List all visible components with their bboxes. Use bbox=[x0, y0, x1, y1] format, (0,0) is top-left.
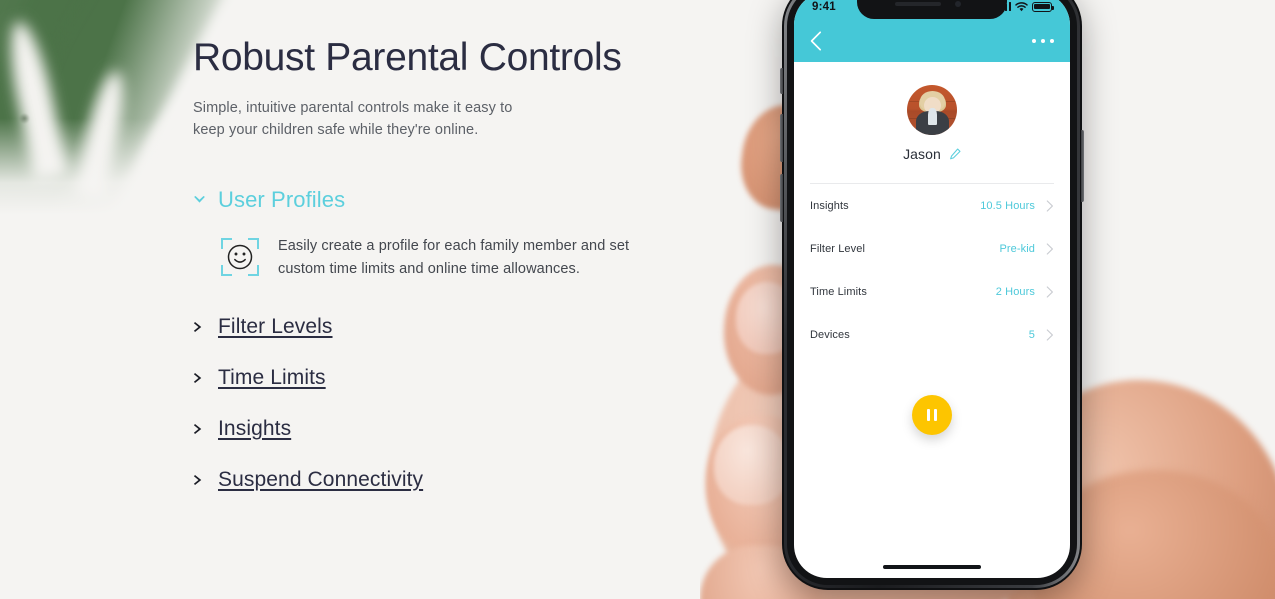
settings-row-devices[interactable]: Devices 5 bbox=[810, 313, 1054, 356]
chevron-right-icon bbox=[193, 474, 202, 485]
accordion-collapsed-list: Filter Levels Time Limits Insights Suspe… bbox=[193, 315, 713, 492]
profile-name-row: Jason bbox=[794, 146, 1070, 162]
pause-button[interactable] bbox=[912, 395, 952, 435]
chevron-right-icon bbox=[1046, 199, 1053, 212]
phone-mockup-stage: 9:41 Jason Insights 10.5 Hours Filter Le… bbox=[700, 0, 1275, 599]
chevron-right-icon bbox=[193, 321, 202, 332]
volume-down-button[interactable] bbox=[780, 174, 783, 222]
chevron-left-icon[interactable] bbox=[810, 31, 822, 51]
accordion-header-user-profiles[interactable]: User Profiles bbox=[193, 187, 713, 213]
settings-row-list: Insights 10.5 Hours Filter Level Pre-kid bbox=[810, 183, 1054, 356]
volume-up-button[interactable] bbox=[780, 114, 783, 162]
settings-row-label: Time Limits bbox=[810, 285, 867, 298]
settings-row-value: Pre-kid bbox=[999, 242, 1035, 255]
accordion-item-label: Suspend Connectivity bbox=[218, 467, 424, 491]
accordion-panel-user-profiles: Easily create a profile for each family … bbox=[220, 235, 713, 282]
page-title: Robust Parental Controls bbox=[193, 36, 622, 79]
settings-row-time-limits[interactable]: Time Limits 2 Hours bbox=[810, 270, 1054, 313]
profile-header: Jason bbox=[794, 62, 1070, 162]
page-subtitle: Simple, intuitive parental controls make… bbox=[193, 97, 713, 142]
power-button[interactable] bbox=[1081, 130, 1084, 202]
accordion-item-insights[interactable]: Insights bbox=[193, 417, 713, 441]
accordion-item-label: Time Limits bbox=[218, 365, 326, 389]
chevron-right-icon bbox=[1046, 285, 1053, 298]
settings-row-value: 5 bbox=[1028, 328, 1035, 341]
smiley-face-scan-icon bbox=[221, 237, 259, 276]
settings-row-filter-level[interactable]: Filter Level Pre-kid bbox=[810, 227, 1054, 270]
silence-switch[interactable] bbox=[780, 68, 783, 94]
chevron-down-icon bbox=[194, 196, 205, 203]
phone-notch bbox=[857, 0, 1007, 19]
phone-screen: 9:41 Jason Insights 10.5 Hours Filter Le… bbox=[794, 0, 1070, 578]
chevron-right-icon bbox=[193, 372, 202, 383]
settings-row-label: Insights bbox=[810, 199, 849, 212]
accordion-description-line-1: Easily create a profile for each family … bbox=[278, 237, 630, 254]
subtitle-line-2: keep your children safe while they're on… bbox=[193, 122, 479, 139]
hero-content: Robust Parental Controls Simple, intuiti… bbox=[193, 0, 713, 519]
settings-row-value: 10.5 Hours bbox=[980, 199, 1035, 212]
avatar[interactable] bbox=[907, 85, 957, 135]
accordion-description: Easily create a profile for each family … bbox=[278, 235, 629, 282]
battery-full-icon bbox=[1032, 1, 1055, 12]
status-bar-time: 9:41 bbox=[812, 0, 836, 13]
wifi-icon bbox=[1015, 1, 1028, 11]
more-horizontal-icon[interactable] bbox=[1031, 38, 1054, 44]
pencil-icon[interactable] bbox=[949, 148, 961, 160]
accordion-item-time-limits[interactable]: Time Limits bbox=[193, 366, 713, 390]
chevron-right-icon bbox=[1046, 328, 1053, 341]
page-root: Robust Parental Controls Simple, intuiti… bbox=[0, 0, 1275, 599]
pause-icon-bar-right bbox=[933, 409, 938, 421]
chevron-right-icon bbox=[1046, 242, 1053, 255]
settings-row-label: Devices bbox=[810, 328, 850, 341]
app-nav-bar bbox=[794, 20, 1070, 62]
settings-row-insights[interactable]: Insights 10.5 Hours bbox=[810, 184, 1054, 227]
settings-row-value: 2 Hours bbox=[995, 285, 1035, 298]
home-indicator[interactable] bbox=[883, 565, 981, 569]
subtitle-line-1: Simple, intuitive parental controls make… bbox=[193, 99, 513, 116]
feature-accordion: User Profiles Easily create a profile fo… bbox=[193, 187, 713, 492]
accordion-item-label: Insights bbox=[218, 416, 292, 440]
profile-name: Jason bbox=[903, 146, 941, 162]
pause-icon-bar-left bbox=[926, 409, 931, 421]
accordion-item-filter-levels[interactable]: Filter Levels bbox=[193, 315, 713, 339]
pause-button-container bbox=[794, 395, 1070, 435]
accordion-item-label: Filter Levels bbox=[218, 314, 333, 338]
settings-row-label: Filter Level bbox=[810, 242, 865, 255]
accordion-title: User Profiles bbox=[218, 186, 346, 212]
chevron-right-icon bbox=[193, 423, 202, 434]
accordion-item-suspend-connectivity[interactable]: Suspend Connectivity bbox=[193, 468, 713, 492]
accordion-description-line-2: custom time limits and online time allow… bbox=[278, 261, 580, 278]
phone-device: 9:41 Jason Insights 10.5 Hours Filter Le… bbox=[780, 0, 1084, 590]
